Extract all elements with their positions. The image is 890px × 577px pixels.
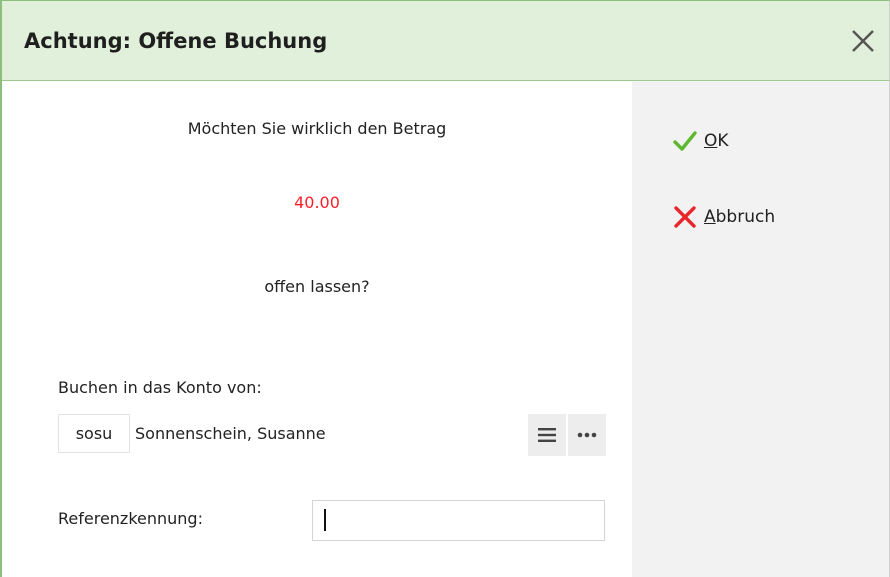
account-name: Sonnenschein, Susanne bbox=[135, 424, 326, 443]
message-line3: offen lassen? bbox=[264, 277, 370, 296]
close-icon bbox=[852, 30, 874, 52]
ok-label: K bbox=[717, 131, 729, 151]
text-caret bbox=[324, 509, 326, 531]
list-icon bbox=[538, 428, 556, 442]
dialog-title: Achtung: Offene Buchung bbox=[24, 28, 328, 53]
ok-accelerator: O bbox=[704, 131, 718, 151]
account-label: Buchen in das Konto von: bbox=[58, 378, 262, 397]
message-line1: Möchten Sie wirklich den Betrag bbox=[187, 119, 447, 138]
dialog-content: Möchten Sie wirklich den Betrag 40.00 of… bbox=[2, 81, 632, 577]
account-more-button[interactable] bbox=[568, 414, 606, 456]
cross-icon bbox=[674, 206, 696, 228]
cancel-button[interactable]: Abbruch bbox=[672, 204, 775, 230]
ok-button[interactable]: OK bbox=[672, 128, 729, 154]
confirm-dialog: Achtung: Offene Buchung Möchten Sie wirk… bbox=[0, 0, 890, 577]
cancel-label: bbruch bbox=[715, 207, 776, 227]
account-code-field[interactable]: sosu bbox=[58, 414, 130, 453]
action-panel: OK Abbruch bbox=[632, 81, 889, 577]
checkmark-icon bbox=[673, 131, 697, 151]
dialog-titlebar: Achtung: Offene Buchung bbox=[2, 1, 889, 81]
amount-value: 40.00 bbox=[294, 193, 340, 212]
reference-label: Referenzkennung: bbox=[58, 509, 203, 528]
cancel-accelerator: A bbox=[704, 207, 716, 227]
close-button[interactable] bbox=[847, 25, 879, 57]
more-icon bbox=[577, 432, 597, 438]
account-list-button[interactable] bbox=[528, 414, 566, 456]
reference-input[interactable] bbox=[312, 500, 605, 541]
